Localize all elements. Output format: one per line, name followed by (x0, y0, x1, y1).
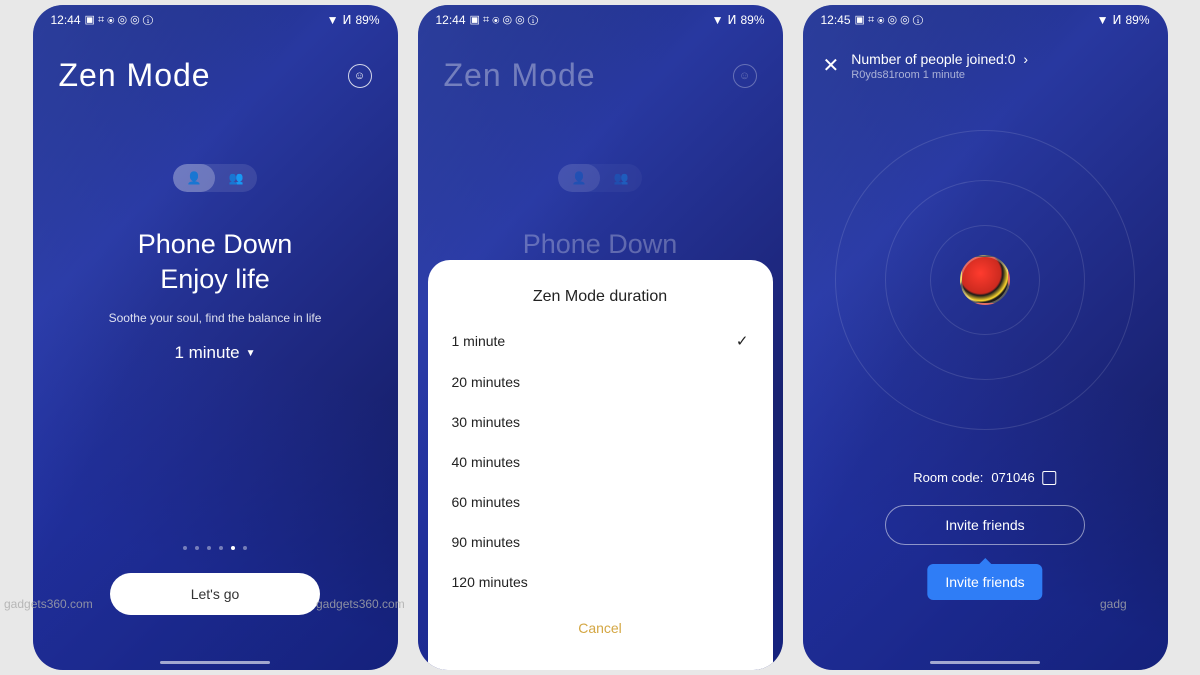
signal-icon: ⵍ (727, 13, 736, 27)
joined-block[interactable]: Number of people joined:0 › R0yds81room … (851, 51, 1028, 81)
duration-option[interactable]: 40 minutes (450, 442, 751, 482)
signal-icon: ⵍ (342, 13, 351, 27)
joined-label: Number of people joined: (851, 51, 1007, 67)
battery-text: 89% (740, 13, 764, 27)
status-left: 12:45 ▣ ⌗ ⦿ ◎ ◎ ⓘ (821, 13, 924, 27)
signal-icon: ⵍ (1112, 13, 1121, 27)
watermark: gadgets360.com (316, 597, 405, 611)
duration-option[interactable]: 30 minutes (450, 402, 751, 442)
clock: 12:44 (436, 13, 466, 27)
clock: 12:44 (51, 13, 81, 27)
cancel-button[interactable]: Cancel (450, 610, 751, 646)
check-icon: ✓ (736, 332, 749, 350)
screen-duration-sheet: 12:44 ▣ ⌗ ⦿ ◎ ◎ ⓘ ▼ ⵍ 89% Zen Mode ☺ 👤 👥… (418, 5, 783, 670)
battery-text: 89% (355, 13, 379, 27)
solo-mode-icon: 👤 (558, 164, 600, 192)
group-mode-icon: 👥 (600, 164, 642, 192)
screen-zen-main: 12:44 ▣ ⌗ ⦿ ◎ ◎ ⓘ ▼ ⵍ 89% Zen Mode ☺ 👤 👥… (33, 5, 398, 670)
header-row: ✕ Number of people joined:0 › R0yds81roo… (803, 35, 1168, 81)
mode-toggle-dimmed: 👤 👥 (558, 164, 642, 192)
status-right: ▼ ⵍ 89% (327, 13, 380, 27)
screen-group-room: 12:45 ▣ ⌗ ⦿ ◎ ◎ ⓘ ▼ ⵍ 89% ✕ Number of pe… (803, 5, 1168, 670)
solo-mode-icon[interactable]: 👤 (173, 164, 215, 192)
sheet-title: Zen Mode duration (450, 288, 751, 306)
title-row: Zen Mode ☺ (418, 35, 783, 94)
title-row: Zen Mode ☺ (33, 35, 398, 94)
dot (219, 546, 223, 550)
headline-line-2: Enjoy life (138, 262, 293, 297)
wifi-icon: ▼ (1097, 13, 1109, 27)
duration-option[interactable]: 60 minutes (450, 482, 751, 522)
headline-peek: Phone Down (523, 227, 678, 262)
wifi-icon: ▼ (712, 13, 724, 27)
room-subtitle: R0yds81room 1 minute (851, 69, 1028, 81)
home-indicator[interactable] (160, 661, 270, 664)
status-bar: 12:44 ▣ ⌗ ⦿ ◎ ◎ ⓘ ▼ ⵍ 89% (418, 5, 783, 35)
room-code-label: Room code: (913, 470, 983, 485)
dot (243, 546, 247, 550)
status-right: ▼ ⵍ 89% (712, 13, 765, 27)
radar-rings (825, 120, 1145, 440)
home-indicator[interactable] (930, 661, 1040, 664)
main-content: 👤 👥 Phone Down Enjoy life Soothe your so… (33, 94, 398, 363)
duration-option[interactable]: 1 minute ✓ (450, 320, 751, 362)
room-code-row: Room code: 071046 (913, 470, 1056, 485)
invite-tooltip: Invite friends (927, 564, 1042, 600)
group-mode-icon[interactable]: 👥 (215, 164, 257, 192)
status-icons: ▣ ⌗ ⦿ ◎ ◎ ⓘ (855, 13, 924, 27)
status-bar: 12:45 ▣ ⌗ ⦿ ◎ ◎ ⓘ ▼ ⵍ 89% (803, 5, 1168, 35)
status-icons: ▣ ⌗ ⦿ ◎ ◎ ⓘ (85, 13, 154, 27)
copy-icon[interactable] (1043, 471, 1057, 485)
chevron-down-icon: ▼ (246, 348, 256, 359)
page-title: Zen Mode (59, 57, 211, 94)
duration-sheet: Zen Mode duration 1 minute ✓ 20 minutes … (428, 260, 773, 670)
duration-option[interactable]: 120 minutes (450, 562, 751, 602)
wifi-icon: ▼ (327, 13, 339, 27)
chevron-right-icon: › (1023, 51, 1028, 67)
dot-active (231, 546, 235, 550)
close-icon[interactable]: ✕ (823, 53, 840, 78)
watermark: gadgets360.com (4, 597, 93, 611)
status-left: 12:44 ▣ ⌗ ⦿ ◎ ◎ ⓘ (51, 13, 154, 27)
watermark: gadg (1100, 597, 1127, 611)
dot (183, 546, 187, 550)
page-title-dimmed: Zen Mode (444, 57, 596, 94)
profile-icon: ☺ (733, 64, 757, 88)
mode-toggle[interactable]: 👤 👥 (173, 164, 257, 192)
status-left: 12:44 ▣ ⌗ ⦿ ◎ ◎ ⓘ (436, 13, 539, 27)
status-right: ▼ ⵍ 89% (1097, 13, 1150, 27)
duration-value: 1 minute (174, 343, 239, 363)
avatar (960, 255, 1010, 305)
status-bar: 12:44 ▣ ⌗ ⦿ ◎ ◎ ⓘ ▼ ⵍ 89% (33, 5, 398, 35)
clock: 12:45 (821, 13, 851, 27)
dot (195, 546, 199, 550)
main-content-dimmed: 👤 👥 Phone Down (418, 94, 783, 262)
invite-friends-button[interactable]: Invite friends (885, 505, 1085, 545)
duration-option[interactable]: 20 minutes (450, 362, 751, 402)
home-indicator[interactable] (545, 661, 655, 664)
room-code-value: 071046 (991, 470, 1034, 485)
status-icons: ▣ ⌗ ⦿ ◎ ◎ ⓘ (470, 13, 539, 27)
lets-go-button[interactable]: Let's go (110, 573, 320, 615)
duration-dropdown[interactable]: 1 minute ▼ (174, 343, 255, 363)
profile-icon[interactable]: ☺ (348, 64, 372, 88)
dot (207, 546, 211, 550)
page-dots (183, 546, 247, 550)
duration-option[interactable]: 90 minutes (450, 522, 751, 562)
headline-line-1: Phone Down (138, 227, 293, 262)
battery-text: 89% (1125, 13, 1149, 27)
headline: Phone Down Enjoy life (138, 227, 293, 297)
subtext: Soothe your soul, find the balance in li… (109, 311, 322, 325)
joined-count: 0 (1008, 51, 1016, 67)
